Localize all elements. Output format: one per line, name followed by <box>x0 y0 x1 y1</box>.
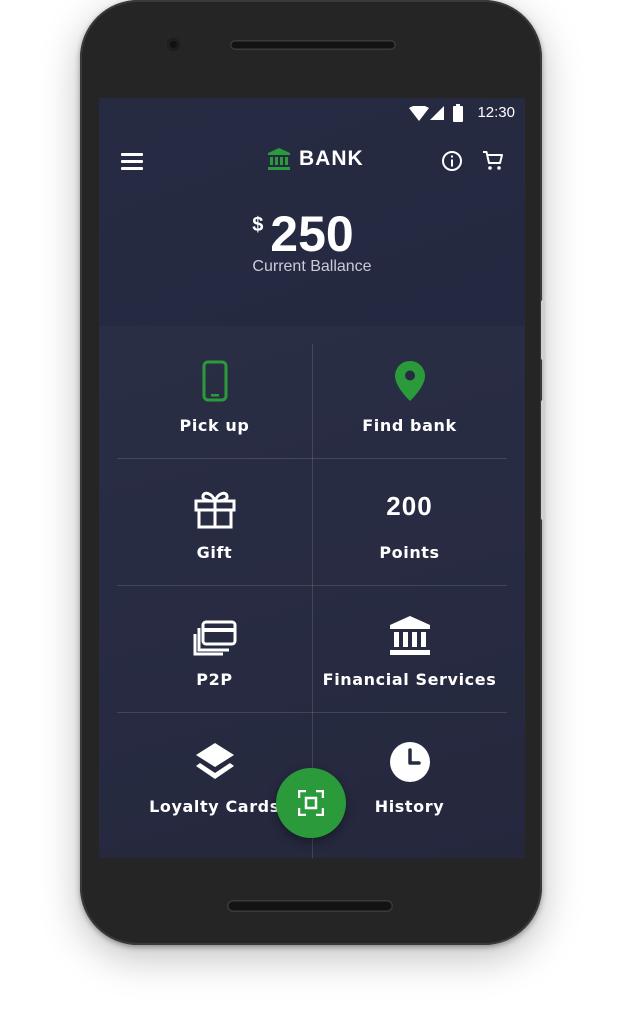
front-camera <box>167 38 180 51</box>
header-panel: 12:30 BANK $ 250 Current Ballance <box>99 98 525 326</box>
wifi-icon <box>409 106 429 121</box>
status-time: 12:30 <box>477 104 515 121</box>
tile-label: History <box>374 797 445 816</box>
location-pin-icon <box>394 361 425 401</box>
balance-amount: 250 <box>270 206 354 262</box>
balance-display: $ 250 Current Ballance <box>99 206 525 276</box>
tile-label: Financial Services <box>322 670 497 689</box>
battery-icon <box>453 104 463 122</box>
smartphone-icon <box>202 360 227 402</box>
tile-p2p[interactable]: P2P <box>117 598 312 725</box>
bottom-speaker <box>227 900 393 912</box>
info-icon[interactable] <box>441 150 463 172</box>
cart-icon[interactable] <box>482 150 504 172</box>
brand-title: BANK <box>299 147 364 170</box>
bank-building-icon <box>389 616 430 655</box>
tile-points[interactable]: 200 Points <box>312 471 507 598</box>
scan-fab-button[interactable] <box>276 768 346 838</box>
tile-label: Pick up <box>179 416 250 435</box>
tile-find-bank[interactable]: Find bank <box>312 344 507 471</box>
tile-label: Loyalty Cards <box>149 797 280 816</box>
app-screen: 12:30 BANK $ 250 Current Ballance Pick u… <box>99 98 525 858</box>
tile-gift[interactable]: Gift <box>117 471 312 598</box>
power-button <box>541 300 545 360</box>
points-value: 200 <box>386 491 433 521</box>
status-bar: 12:30 <box>99 98 525 128</box>
signal-icon <box>430 106 444 120</box>
menu-icon[interactable] <box>121 153 143 170</box>
tile-pick-up[interactable]: Pick up <box>117 344 312 471</box>
tile-label: Gift <box>196 543 233 562</box>
bank-logo-icon <box>268 148 290 170</box>
tile-label: Points <box>379 543 440 562</box>
currency-symbol: $ <box>252 214 264 236</box>
cards-icon <box>193 620 236 656</box>
layers-icon <box>195 743 234 779</box>
app-brand: BANK <box>267 147 364 171</box>
gift-icon <box>194 491 235 529</box>
earpiece-speaker <box>230 40 396 50</box>
scan-icon <box>298 790 324 816</box>
volume-button <box>541 400 545 520</box>
tile-label: P2P <box>196 670 233 689</box>
tile-label: Find bank <box>362 416 457 435</box>
clock-icon <box>389 742 430 782</box>
tile-financial-services[interactable]: Financial Services <box>312 598 507 725</box>
